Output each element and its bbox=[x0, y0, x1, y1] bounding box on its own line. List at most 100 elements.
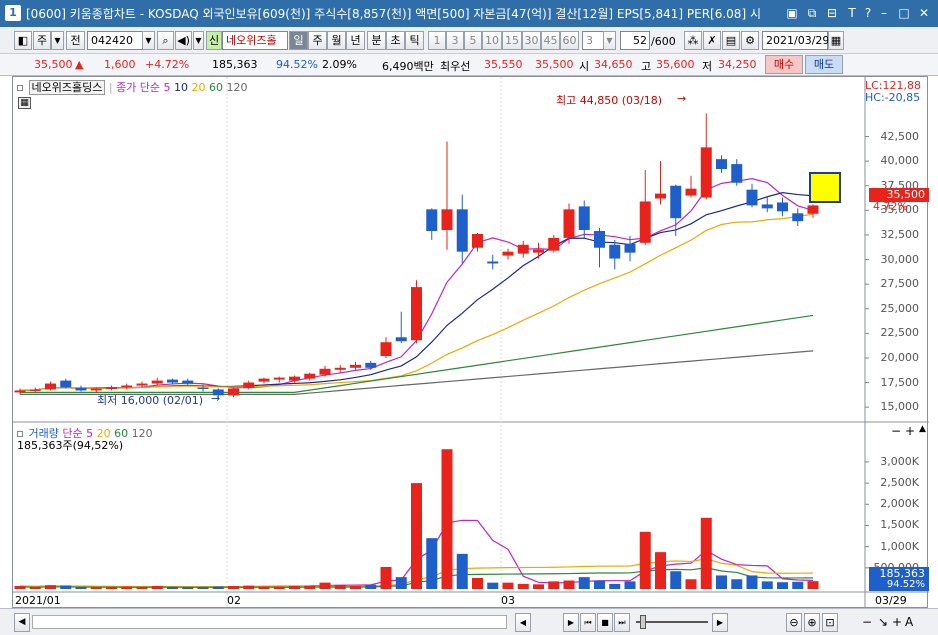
zoom-slider[interactable] bbox=[636, 621, 708, 623]
fast-forward-icon[interactable]: ⏭ bbox=[614, 613, 630, 632]
volume-bar bbox=[441, 449, 453, 589]
plus-icon[interactable]: + bbox=[905, 424, 915, 438]
volume-bar bbox=[243, 585, 255, 589]
high-label: 고 bbox=[641, 60, 652, 73]
volume-bar bbox=[395, 577, 407, 589]
price-change-pct: +4.72% bbox=[145, 58, 190, 71]
gear-icon[interactable]: ⚙ bbox=[741, 31, 759, 50]
chart-canvas[interactable] bbox=[13, 77, 929, 609]
volume-bar bbox=[334, 585, 346, 589]
count-input[interactable]: 52 bbox=[620, 31, 650, 50]
code-dropdown-icon[interactable]: ▼ bbox=[142, 31, 155, 50]
fit-icon[interactable]: ⊡ bbox=[822, 613, 838, 632]
copy-icon[interactable]: ⧉ bbox=[804, 5, 820, 21]
stop-icon[interactable]: ■ bbox=[597, 613, 613, 632]
font-icon[interactable]: T bbox=[844, 5, 860, 21]
volume-bar bbox=[685, 579, 697, 589]
zoom-slider-handle[interactable] bbox=[640, 615, 646, 629]
period-tab-day[interactable]: 일 bbox=[289, 31, 308, 50]
stock-name-field[interactable]: 네오위즈홀 bbox=[222, 31, 288, 50]
sound-dropdown-icon[interactable]: ▼ bbox=[193, 31, 204, 50]
chevron-up-icon[interactable]: ▲ bbox=[919, 424, 926, 434]
cross-icon[interactable]: ✗ bbox=[703, 31, 721, 50]
help-icon[interactable]: ? bbox=[860, 5, 876, 21]
period-tab-month[interactable]: 월 bbox=[327, 31, 346, 50]
best-bid-label: 최우선 bbox=[440, 60, 471, 73]
market-select[interactable]: 전 bbox=[66, 31, 85, 50]
candle-body bbox=[548, 237, 560, 251]
minute-option[interactable]: 45 bbox=[541, 31, 560, 50]
candle-body bbox=[670, 185, 682, 219]
sell-button[interactable]: 매도 bbox=[805, 55, 843, 74]
save-icon[interactable]: ▤ bbox=[722, 31, 740, 50]
chevron-down-icon[interactable]: ▼ bbox=[51, 31, 64, 50]
minute-option[interactable]: 60 bbox=[560, 31, 579, 50]
calendar-icon[interactable]: ▦ bbox=[828, 31, 844, 50]
minute-option[interactable]: 15 bbox=[502, 31, 522, 50]
date-input[interactable]: 2021/03/29 bbox=[762, 31, 829, 50]
arrow-right-icon: → bbox=[677, 92, 687, 105]
minute-option[interactable]: 5 bbox=[464, 31, 482, 50]
volume-bar bbox=[121, 586, 133, 589]
period-tab-week[interactable]: 주 bbox=[308, 31, 327, 50]
annotate-icon[interactable]: A bbox=[905, 615, 913, 629]
close-icon[interactable]: ✕ bbox=[916, 5, 932, 21]
chart-area[interactable]: 네오위즈홀딩스 | 종가 단순 5 10 20 60 120 ▦ LC:121,… bbox=[12, 76, 929, 609]
legend-stock-name[interactable]: 네오위즈홀딩스 bbox=[28, 80, 106, 95]
candle-body bbox=[792, 213, 804, 222]
zoom-in-icon[interactable]: ⊕ bbox=[804, 613, 820, 632]
open-price: 34,650 bbox=[594, 58, 633, 71]
period-type-select[interactable]: 주 bbox=[33, 31, 51, 50]
minimize-icon[interactable]: – bbox=[876, 5, 892, 21]
bookmark-icon[interactable]: ⁂ bbox=[684, 31, 702, 50]
highlight-box[interactable] bbox=[809, 172, 841, 203]
period-tab-year[interactable]: 년 bbox=[346, 31, 365, 50]
volume-tick-label: 3,000K bbox=[880, 454, 919, 468]
grid-toggle-icon[interactable]: ▦ bbox=[18, 97, 31, 109]
period-tab-minute[interactable]: 분 bbox=[367, 31, 386, 50]
minute-option[interactable]: 10 bbox=[482, 31, 502, 50]
zoom-out-icon[interactable]: ⊖ bbox=[786, 613, 802, 632]
minus-icon[interactable]: − bbox=[891, 424, 901, 438]
candle-body bbox=[350, 364, 361, 368]
price-tick-label: 40,000 bbox=[880, 154, 920, 168]
volume-bar bbox=[365, 584, 377, 589]
price-tick-label: 42,500 bbox=[880, 129, 920, 143]
pointer-icon[interactable]: ↘ bbox=[878, 615, 888, 629]
volume-bar bbox=[670, 571, 682, 589]
candle-body bbox=[578, 206, 590, 231]
restore-layout-icon[interactable]: ▣ bbox=[784, 5, 800, 21]
scrollbar-track[interactable] bbox=[32, 615, 507, 629]
custom-period-input[interactable]: 3 bbox=[582, 31, 604, 50]
speaker-icon[interactable]: ◀) bbox=[175, 31, 192, 50]
scroll-left-icon[interactable]: ◀ bbox=[515, 613, 531, 632]
price-tick-label: 20,000 bbox=[880, 350, 920, 364]
rewind-icon[interactable]: ⏮ bbox=[580, 613, 596, 632]
open-label: 시 bbox=[579, 60, 590, 73]
layout-icon[interactable]: ◧ bbox=[14, 31, 32, 50]
candle-body bbox=[29, 389, 41, 391]
scroll-left-icon[interactable]: ◀ bbox=[14, 613, 30, 632]
minus-icon[interactable]: − bbox=[862, 615, 872, 629]
candle-body bbox=[777, 202, 788, 212]
plus-icon[interactable]: + bbox=[892, 615, 902, 629]
volume-tick-label: 2,000K bbox=[880, 497, 919, 511]
candle-body bbox=[487, 261, 499, 264]
search-icon[interactable]: ⌕ bbox=[157, 31, 174, 50]
minute-option[interactable]: 1 bbox=[428, 31, 446, 50]
minute-option[interactable]: 3 bbox=[446, 31, 464, 50]
period-tab-second[interactable]: 초 bbox=[386, 31, 405, 50]
candle-body bbox=[258, 378, 270, 382]
candle-body bbox=[121, 385, 133, 388]
minute-option[interactable]: 30 bbox=[522, 31, 541, 50]
maximize-icon[interactable]: □ bbox=[896, 5, 912, 21]
candle-body bbox=[106, 387, 117, 389]
stock-code-input[interactable]: 042420 bbox=[87, 31, 143, 50]
buy-button[interactable]: 매수 bbox=[765, 55, 803, 74]
scroll-right-icon[interactable]: ▶ bbox=[563, 613, 579, 632]
shrink-icon[interactable]: ⊟ bbox=[824, 5, 840, 21]
period-tab-tick[interactable]: 틱 bbox=[405, 31, 424, 50]
custom-period-dropdown-icon[interactable]: ▼ bbox=[603, 31, 616, 50]
main-toolbar: ◧ 주 ▼ 전 042420 ▼ ⌕ ◀) ▼ 신 네오위즈홀 일 주 월 년 … bbox=[0, 27, 938, 54]
scroll-right-icon[interactable]: ▶ bbox=[712, 613, 728, 632]
